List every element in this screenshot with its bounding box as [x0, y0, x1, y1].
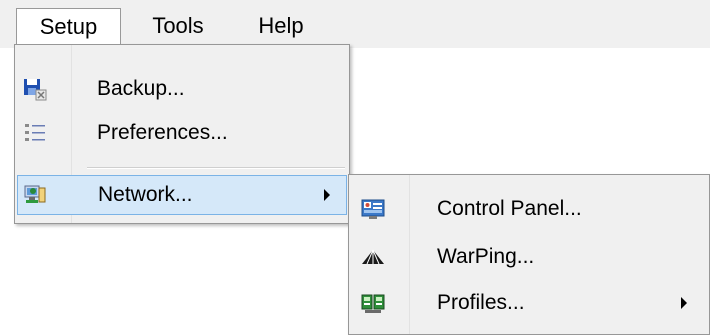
setup-menu: Backup... Preferences... Network...: [14, 44, 350, 224]
submenu-item-control-panel[interactable]: Control Panel...: [351, 189, 707, 229]
warping-icon: [361, 245, 385, 269]
menu-bar: Setup Tools Help: [0, 0, 710, 48]
menu-separator: [87, 167, 345, 169]
list-settings-icon: [23, 121, 47, 145]
menu-tools-label: Tools: [152, 13, 204, 38]
menu-help[interactable]: Help: [240, 8, 322, 44]
network-submenu: Control Panel... WarPing... Profiles...: [348, 174, 710, 335]
submenu-arrow-icon: [324, 189, 330, 201]
save-backup-icon: [23, 77, 47, 101]
menu-setup-label: Setup: [39, 14, 98, 39]
menu-item-backup[interactable]: Backup...: [17, 69, 347, 109]
network-computer-icon: [23, 183, 47, 207]
menu-item-preferences[interactable]: Preferences...: [17, 113, 347, 153]
submenu-item-warping-label: WarPing...: [437, 245, 535, 268]
submenu-item-profiles-label: Profiles...: [437, 291, 525, 314]
submenu-item-profiles[interactable]: Profiles...: [351, 283, 707, 323]
menu-help-label: Help: [258, 13, 304, 38]
menu-item-backup-label: Backup...: [97, 77, 185, 100]
menu-item-preferences-label: Preferences...: [97, 121, 228, 144]
submenu-item-warping[interactable]: WarPing...: [351, 237, 707, 277]
menu-tools[interactable]: Tools: [130, 8, 226, 44]
submenu-item-control-panel-label: Control Panel...: [437, 197, 582, 220]
menu-setup[interactable]: Setup: [16, 8, 121, 44]
profiles-icon: [361, 291, 385, 315]
control-panel-icon: [361, 197, 385, 221]
submenu-arrow-icon: [681, 297, 687, 309]
menu-item-network-label: Network...: [98, 183, 193, 206]
menu-item-network[interactable]: Network...: [17, 175, 347, 215]
